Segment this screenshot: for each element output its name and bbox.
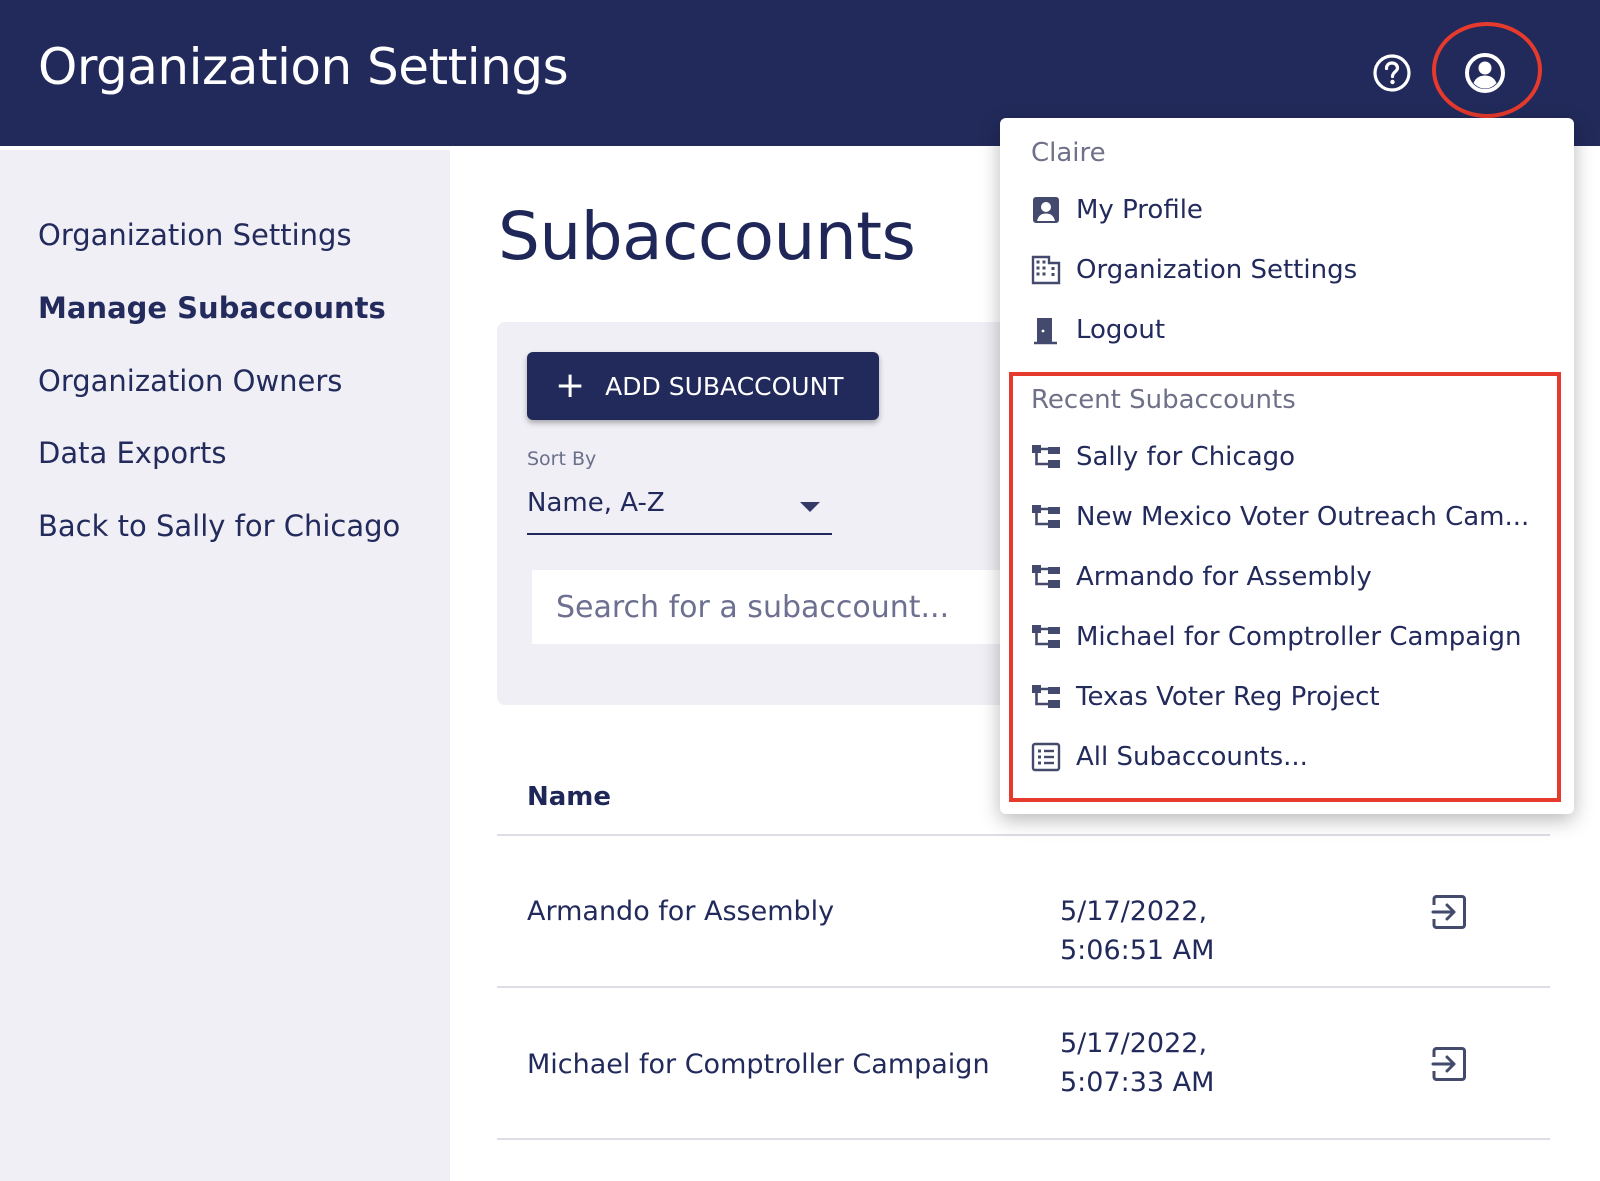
menu-item-my-profile[interactable]: My Profile [1030,188,1203,232]
login-icon [1431,895,1466,929]
menu-item-logout[interactable]: Logout [1030,308,1165,352]
menu-item-label: New Mexico Voter Outreach Cam... [1076,502,1530,532]
help-circle-icon [1373,54,1411,92]
table-row-date: 5/17/2022, 5:06:51 AM [1060,896,1215,966]
sidebar-item-organization-owners[interactable]: Organization Owners [38,364,342,398]
sidebar-item-back-link[interactable]: Back to Sally for Chicago [38,509,400,543]
menu-item-label: My Profile [1076,195,1203,225]
plus-icon: + [555,365,586,406]
search-input[interactable] [532,570,1022,644]
table-row-date: 5/17/2022, 5:07:33 AM [1060,1028,1215,1098]
menu-item-all-subaccounts[interactable]: All Subaccounts... [1030,735,1308,779]
file-tree-icon [1032,625,1060,648]
page-title: Subaccounts [498,198,916,275]
sort-by-label: Sort By [527,448,597,470]
sort-select-value: Name, A-Z [527,488,665,518]
menu-item-label: Logout [1076,315,1166,345]
account-circle-icon [1465,53,1505,93]
help-button[interactable] [1372,53,1412,93]
menu-item-label: Organization Settings [1076,255,1358,285]
column-header-name: Name [527,782,612,812]
file-tree-icon [1032,685,1060,708]
menu-item-organization-settings[interactable]: Organization Settings [1030,248,1357,292]
account-box-icon [1033,197,1059,223]
file-tree-icon [1032,445,1060,468]
menu-item-label: Sally for Chicago [1076,442,1296,472]
menu-item-recent-subaccount[interactable]: Texas Voter Reg Project [1030,675,1380,719]
menu-item-recent-subaccount[interactable]: New Mexico Voter Outreach Cam... [1030,495,1529,539]
table-divider [497,834,1550,836]
menu-user-name: Claire [1031,138,1106,168]
menu-item-label: Michael for Comptroller Campaign [1076,622,1522,652]
caret-down-icon [800,502,820,512]
table-row-name: Armando for Assembly [527,896,835,927]
menu-item-recent-subaccount[interactable]: Armando for Assembly [1030,555,1372,599]
menu-item-label: Armando for Assembly [1076,562,1372,592]
account-button[interactable] [1462,50,1508,96]
table-row-name: Michael for Comptroller Campaign [527,1049,990,1080]
account-menu: Claire My Profile Organization Settings … [1000,118,1574,814]
table-divider [497,1138,1550,1140]
table-divider [497,986,1550,988]
exit-door-icon [1034,318,1057,345]
sidebar-item-manage-subaccounts[interactable]: Manage Subaccounts [38,291,386,325]
sort-select[interactable]: Name, A-Z [527,480,832,535]
file-tree-icon [1032,565,1060,588]
menu-item-recent-subaccount[interactable]: Michael for Comptroller Campaign [1030,615,1521,659]
add-subaccount-button[interactable]: + ADD SUBACCOUNT [527,352,879,420]
enter-subaccount-button[interactable] [1430,893,1468,931]
sidebar: Organization Settings Manage Subaccounts… [0,150,450,1181]
file-tree-icon [1032,505,1060,528]
app-title: Organization Settings [38,38,569,96]
list-box-icon [1031,742,1061,772]
menu-item-label: Texas Voter Reg Project [1076,682,1380,712]
login-icon [1431,1047,1466,1081]
sidebar-item-data-exports[interactable]: Data Exports [38,436,227,470]
menu-item-recent-subaccount[interactable]: Sally for Chicago [1030,435,1295,479]
menu-recent-heading: Recent Subaccounts [1031,385,1296,415]
enter-subaccount-button[interactable] [1430,1045,1468,1083]
sidebar-item-organization-settings[interactable]: Organization Settings [38,218,352,252]
menu-item-label: All Subaccounts... [1076,742,1308,772]
add-subaccount-label: ADD SUBACCOUNT [605,371,844,401]
office-building-icon [1031,255,1061,285]
